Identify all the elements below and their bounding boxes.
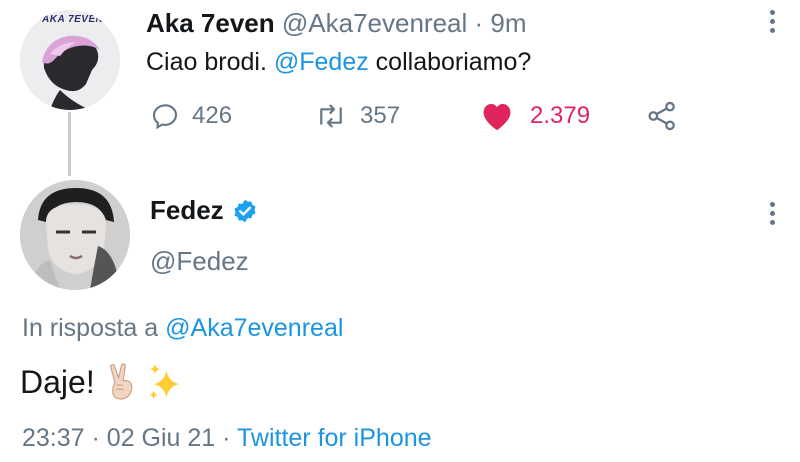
thread-line — [68, 112, 71, 176]
tweet1-author-handle[interactable]: @Aka7evenreal — [282, 8, 467, 38]
tweet2-text-body: Daje! — [20, 363, 95, 400]
tweet2-time: 23:37 — [22, 424, 85, 452]
tweet2-author-handle[interactable]: @Fedez — [150, 246, 249, 277]
tweet1-header: Aka 7even @Aka7evenreal · 9m — [146, 8, 527, 39]
share-icon — [648, 101, 675, 131]
tweet2-author-name[interactable]: Fedez — [150, 195, 224, 226]
avatar-fedez[interactable] — [20, 180, 130, 290]
tweet2-author: Fedez — [150, 195, 258, 226]
reply-count: 426 — [192, 102, 233, 129]
meta-separator-1: · — [91, 424, 100, 452]
retweet-button[interactable]: 357 — [314, 96, 400, 136]
like-count: 2.379 — [530, 102, 591, 129]
avatar-logo-text: AKA 7EVEN — [42, 14, 104, 25]
tweet1-text-after: collaboriamo? — [368, 48, 532, 76]
avatar-aka7even-image — [20, 10, 120, 110]
like-button[interactable]: 2.379 — [480, 96, 590, 136]
heart-icon — [483, 103, 511, 131]
retweet-icon — [320, 104, 342, 128]
tweet1-author-name[interactable]: Aka 7even — [146, 8, 275, 38]
tweet2-date: 02 Giu 21 — [106, 424, 216, 452]
tweet2-source-link[interactable]: Twitter for iPhone — [237, 424, 432, 452]
reply-button[interactable]: 426 — [150, 96, 232, 136]
tweet2-meta: 23:37 · 02 Giu 21 · Twitter for iPhone — [22, 424, 432, 453]
tweet1-mention-link[interactable]: @Fedez — [274, 48, 369, 76]
share-button[interactable] — [646, 96, 678, 136]
tweet1-more-icon[interactable] — [770, 10, 778, 37]
retweet-count: 357 — [360, 102, 401, 129]
tweet2-text: Daje! — [20, 362, 185, 402]
tweet1-text: Ciao brodi. @Fedez collaboriamo? — [146, 48, 531, 77]
avatar-fedez-image — [20, 180, 130, 290]
tweet1-time[interactable]: 9m — [490, 8, 526, 38]
reply-context: In risposta a @Aka7evenreal — [22, 314, 343, 343]
reply-icon — [152, 104, 178, 130]
reply-prefix: In risposta a — [22, 314, 166, 342]
tweet1-separator: · — [474, 8, 484, 38]
tweet2-more-icon[interactable] — [770, 202, 778, 229]
meta-separator-2: · — [222, 424, 231, 452]
sparkles-icon — [148, 364, 179, 400]
tweet1-text-before: Ciao brodi. — [146, 48, 274, 76]
verified-badge-icon — [234, 199, 256, 222]
avatar-aka7even[interactable]: AKA 7EVEN — [20, 10, 120, 110]
reply-handle-link[interactable]: @Aka7evenreal — [165, 314, 343, 342]
victory-hand-icon — [109, 363, 133, 400]
